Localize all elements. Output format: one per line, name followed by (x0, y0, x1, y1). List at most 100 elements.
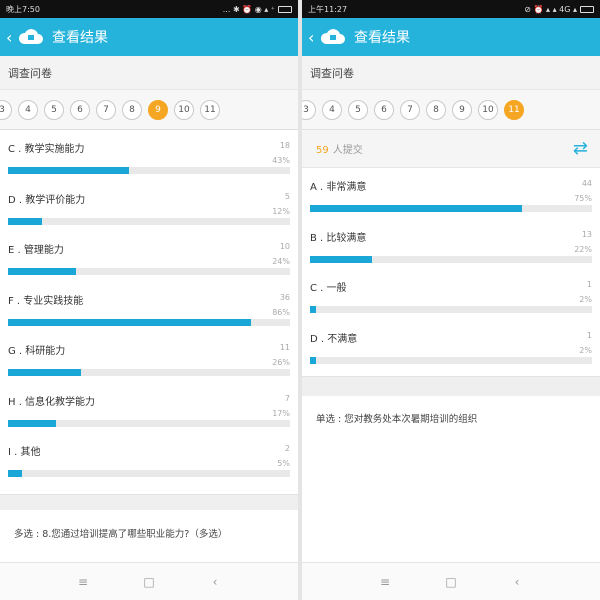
status-time: 上午11:27 (308, 4, 348, 14)
option-percent: 86% (272, 307, 290, 317)
progress-fill (310, 356, 316, 364)
option-list: C . 教学实施能力 18 43% D . 教学评价能力 5 12% E . 管理能力 10 2… (0, 130, 298, 484)
option-row: D . 教学评价能力 5 12% (0, 181, 298, 232)
system-nav-bar: ≡ □ ‹ (302, 562, 600, 600)
option-label: D . 不满意 (310, 333, 358, 345)
page-number-6[interactable]: 6 (374, 99, 394, 120)
progress-fill (8, 268, 76, 275)
progress-fill (8, 470, 23, 477)
section-title: 调查问卷 (0, 56, 298, 90)
option-count: 18 (279, 141, 290, 150)
cloud-logo-icon (18, 29, 43, 44)
page-number-11[interactable]: 11 (504, 99, 524, 120)
home-icon[interactable]: □ (142, 575, 156, 589)
back-chevron-icon[interactable]: ‹ (6, 28, 18, 47)
option-percent: 5% (277, 459, 290, 468)
page-number-8[interactable]: 8 (426, 99, 446, 120)
option-row: H . 信息化教学能力 7 17% (0, 383, 298, 434)
option-percent: 43% (272, 156, 290, 165)
page-number-9[interactable]: 9 (148, 99, 168, 120)
progress-fill (8, 167, 130, 174)
option-percent: 2% (579, 345, 592, 355)
page-number-10[interactable]: 10 (174, 99, 194, 120)
status-bar: 晚上7:50 ... ✱ ⏰ ◉ ▴ ⁺ (0, 0, 298, 18)
option-percent: 24% (272, 257, 290, 266)
question-pager: 3 4 5 6 7 8 9 10 11 (0, 90, 298, 130)
page-number-6[interactable]: 6 (70, 99, 90, 120)
option-count: 11 (279, 343, 290, 352)
page-number-7[interactable]: 7 (96, 99, 116, 120)
submission-summary: 59 人提交 ⇄ (302, 130, 600, 168)
option-label: H . 信息化教学能力 (8, 396, 96, 408)
spacer (0, 494, 298, 510)
status-bar: 上午11:27 ⊘ ⏰ ▴ ▴ 4G ▴ (302, 0, 600, 18)
menu-icon[interactable]: ≡ (378, 575, 392, 589)
progress-track (8, 217, 290, 225)
progress-track (310, 255, 592, 263)
option-count: 44 (581, 179, 592, 188)
progress-track (310, 205, 592, 212)
page-number-9[interactable]: 9 (452, 99, 472, 120)
page-number-3[interactable]: 3 (302, 99, 316, 120)
progress-track (310, 356, 592, 364)
question-text: 多选 : 8.您通过培训提高了哪些职业能力?（多选） (0, 510, 298, 556)
progress-fill (8, 419, 56, 427)
cloud-logo-icon (320, 29, 345, 44)
option-row: D . 不满意 1 2% (302, 320, 600, 371)
option-label: A . 非常满意 (310, 182, 367, 193)
battery-icon (580, 5, 594, 13)
page-number-10[interactable]: 10 (478, 99, 498, 120)
progress-fill (8, 217, 42, 225)
progress-track (8, 419, 290, 427)
back-icon[interactable]: ‹ (510, 575, 524, 589)
status-time: 晚上7:50 (6, 4, 40, 14)
battery-icon (278, 5, 292, 13)
page-title: 查看结果 (354, 30, 410, 46)
option-row: F . 专业实践技能 36 86% (0, 282, 298, 333)
option-percent: 75% (574, 194, 592, 203)
back-chevron-icon[interactable]: ‹ (308, 28, 320, 47)
progress-track (310, 306, 592, 313)
page-number-11[interactable]: 11 (200, 99, 220, 120)
progress-track (8, 167, 290, 174)
progress-track (8, 318, 290, 326)
page-number-4[interactable]: 4 (18, 99, 38, 120)
page-number-7[interactable]: 7 (400, 99, 420, 120)
submission-count: 59 (316, 145, 329, 156)
back-icon[interactable]: ‹ (208, 575, 222, 589)
option-percent: 2% (579, 295, 592, 304)
menu-icon[interactable]: ≡ (76, 575, 90, 589)
option-percent: 22% (574, 244, 592, 254)
page-title: 查看结果 (52, 30, 108, 46)
option-label: C . 一般 (310, 283, 347, 294)
left-screen: 晚上7:50 ... ✱ ⏰ ◉ ▴ ⁺ ‹ 查看结果 调查问卷 3456789… (0, 0, 298, 600)
option-count: 1 (586, 280, 592, 289)
page-number-4[interactable]: 4 (322, 99, 342, 120)
system-nav-bar: ≡ □ ‹ (0, 562, 298, 600)
option-label: B . 比较满意 (310, 232, 367, 244)
home-icon[interactable]: □ (444, 575, 458, 589)
section-title: 调查问卷 (302, 56, 600, 90)
right-screen: 上午11:27 ⊘ ⏰ ▴ ▴ 4G ▴ ‹ 查看结果 调查问卷 3456789… (302, 0, 600, 600)
progress-fill (310, 205, 522, 212)
option-label: D . 教学评价能力 (8, 194, 86, 206)
option-row: C . 教学实施能力 18 43% (0, 130, 298, 181)
option-list: A . 非常满意 44 75% B . 比较满意 13 22% C . 一般 1 2% D . 不… (302, 168, 600, 370)
page-number-8[interactable]: 8 (122, 99, 142, 120)
progress-track (8, 470, 290, 477)
option-count: 36 (279, 292, 290, 302)
option-row: C . 一般 1 2% (302, 269, 600, 320)
progress-track (8, 268, 290, 275)
progress-track (8, 369, 290, 376)
option-row: B . 比较满意 13 22% (302, 219, 600, 270)
option-label: C . 教学实施能力 (8, 144, 85, 155)
progress-fill (310, 255, 373, 263)
question-pager: 3 4 5 6 7 8 9 10 11 (302, 90, 600, 130)
switch-arrows-icon[interactable]: ⇄ (573, 138, 588, 159)
page-number-5[interactable]: 5 (44, 99, 64, 120)
option-label: G . 科研能力 (8, 346, 66, 357)
option-count: 13 (581, 229, 592, 239)
page-number-5[interactable]: 5 (348, 99, 368, 120)
option-percent: 12% (272, 206, 290, 216)
page-number-3[interactable]: 3 (0, 99, 12, 120)
